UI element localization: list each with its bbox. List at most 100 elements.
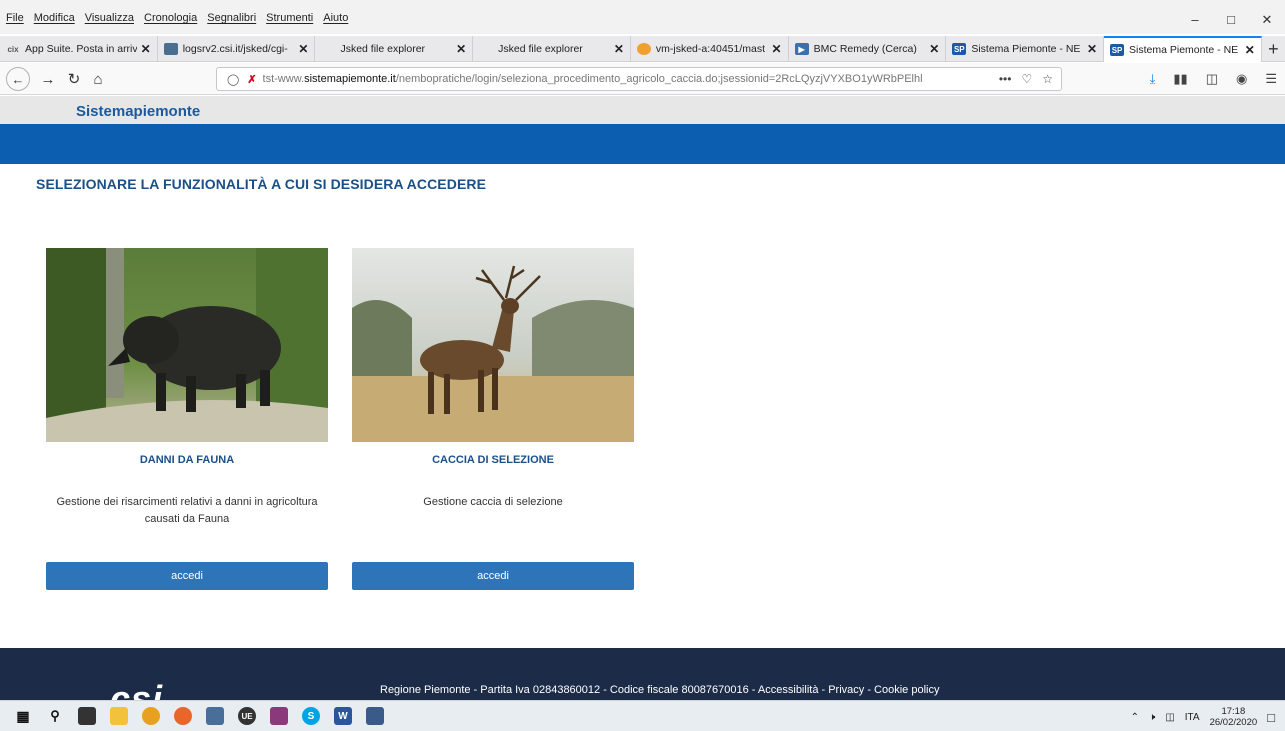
close-tab-icon[interactable]: ✕	[1087, 42, 1097, 56]
minimize-icon[interactable]: –	[1177, 12, 1213, 28]
close-tab-icon[interactable]: ✕	[298, 42, 308, 56]
footer-text: Regione Piemonte - Partita Iva 028438600…	[380, 684, 940, 696]
menu-visualizza[interactable]: Visualizza	[85, 12, 134, 24]
blank-page-icon	[321, 43, 335, 55]
tracking-shield-icon[interactable]: ◯	[227, 73, 239, 86]
forward-arrow-icon[interactable]: →	[36, 68, 60, 90]
windows-start-icon[interactable]: ▦	[14, 707, 32, 725]
close-tab-icon[interactable]: ✕	[929, 42, 939, 56]
tab-logsrv[interactable]: logsrv2.csi.it/jsked/cgi- ✕	[158, 36, 316, 62]
tab-vm-jsked[interactable]: vm-jsked-a:40451/mast ✕	[631, 36, 789, 62]
menu-modifica[interactable]: Modifica	[34, 12, 75, 24]
close-tab-icon[interactable]: ✕	[141, 42, 151, 56]
hamburger-menu-icon[interactable]: ☰	[1265, 71, 1277, 87]
card-title: CACCIA DI SELEZIONE	[432, 454, 554, 466]
menu-aiuto[interactable]: Aiuto	[323, 12, 348, 24]
pocket-icon[interactable]: ♡	[1021, 72, 1032, 86]
wild-boar-photo-icon	[46, 248, 328, 442]
account-icon[interactable]: ◉	[1236, 71, 1247, 87]
bookmark-star-icon[interactable]: ☆	[1042, 72, 1053, 86]
library-icon[interactable]: ▮▮	[1173, 71, 1187, 87]
menu-segnalibri[interactable]: Segnalibri	[207, 12, 256, 24]
speaker-muted-icon[interactable]: 🕨	[1149, 712, 1155, 723]
system-tray: ⌃ 🕨 ◫ ITA 17:18 26/02/2020 □	[1131, 706, 1275, 728]
menu-file[interactable]: File	[6, 12, 24, 24]
logsrv-icon	[163, 43, 178, 55]
sidebar-icon[interactable]: ◫	[1206, 71, 1218, 87]
winrar-icon[interactable]	[270, 707, 288, 725]
clock-date: 26/02/2020	[1209, 717, 1258, 728]
accedi-danni-da-fauna-button[interactable]: accedi	[46, 562, 328, 590]
back-arrow-icon[interactable]: ←	[6, 67, 30, 91]
address-bar[interactable]: ◯ ✗ tst-www.sistemapiemonte.it/nemboprat…	[216, 67, 1062, 91]
menu-cronologia[interactable]: Cronologia	[144, 12, 197, 24]
toolbar-right: ⤓ ▮▮ ◫ ◉ ☰	[1150, 71, 1277, 87]
app-flower-icon[interactable]	[142, 707, 160, 725]
task-view-icon[interactable]	[78, 707, 96, 725]
restore-icon[interactable]: □	[1213, 12, 1249, 28]
card-description: Gestione dei risarcimenti relativi a dan…	[56, 496, 318, 525]
tab-label: Sistema Piemonte - NE	[1129, 44, 1239, 56]
firefox-icon[interactable]	[174, 707, 192, 725]
app-tool-icon[interactable]	[206, 707, 224, 725]
site-header: Sistemapiemonte	[0, 96, 1285, 124]
bmc-icon: ▶	[794, 43, 809, 55]
tab-jsked-1[interactable]: Jsked file explorer ✕	[315, 36, 474, 62]
windows-taskbar: ▦ ⚲ UE S W ⌃ 🕨 ◫ ITA 17:18 26/02/2020 □	[0, 700, 1285, 731]
file-explorer-icon[interactable]	[110, 707, 128, 725]
clock[interactable]: 17:18 26/02/2020	[1210, 706, 1258, 728]
window-controls: – □ ✕	[1177, 12, 1285, 28]
app-shield-icon[interactable]	[366, 707, 384, 725]
notifications-icon[interactable]: □	[1267, 710, 1275, 725]
url-actions: ••• ♡ ☆	[999, 72, 1053, 86]
close-tab-icon[interactable]: ✕	[772, 42, 782, 56]
home-icon[interactable]: ⌂	[86, 68, 110, 90]
blank-page-icon	[479, 43, 493, 55]
site-footer: csi Regione Piemonte - Partita Iva 02843…	[0, 648, 1285, 700]
tab-label: Jsked file explorer	[498, 43, 583, 55]
word-icon[interactable]: W	[334, 707, 352, 725]
close-tab-icon[interactable]: ✕	[1245, 43, 1255, 57]
skype-icon[interactable]: S	[302, 707, 320, 725]
download-icon[interactable]: ⤓	[1150, 71, 1156, 87]
tab-sistema-piemonte-2[interactable]: SP Sistema Piemonte - NE ✕	[1104, 36, 1262, 62]
language-indicator[interactable]: ITA	[1185, 712, 1200, 723]
sp-icon: SP	[952, 43, 967, 55]
tab-sistema-piemonte-1[interactable]: SP Sistema Piemonte - NE ✕	[946, 36, 1105, 62]
card-title: DANNI DA FAUNA	[139, 454, 235, 466]
insecure-lock-icon[interactable]: ✗	[247, 73, 256, 86]
card-danni-da-fauna: DANNI DA FAUNA Gestione dei risarcimenti…	[46, 248, 328, 590]
csi-logo: csi	[110, 678, 164, 700]
tab-label: logsrv2.csi.it/jsked/cgi-	[182, 43, 288, 55]
clock-time: 17:18	[1221, 706, 1246, 717]
new-tab-icon[interactable]: +	[1262, 36, 1285, 62]
red-deer-photo-icon	[352, 248, 634, 442]
tab-bar: cix App Suite. Posta in arriv ✕ logsrv2.…	[0, 36, 1285, 62]
reload-icon[interactable]: ↻	[62, 68, 86, 90]
app-ue-icon[interactable]: UE	[238, 707, 256, 725]
close-window-icon[interactable]: ✕	[1249, 12, 1285, 28]
page-actions-icon[interactable]: •••	[999, 72, 1012, 86]
cix-icon: cix	[7, 44, 19, 54]
site-blue-band	[0, 124, 1285, 164]
tab-app-suite[interactable]: cix App Suite. Posta in arriv ✕	[0, 36, 158, 62]
taskbar-apps: ▦ ⚲ UE S W	[14, 707, 384, 725]
tab-label: App Suite. Posta in arriv	[25, 43, 137, 55]
menu-strumenti[interactable]: Strumenti	[266, 12, 313, 24]
close-tab-icon[interactable]: ✕	[456, 42, 466, 56]
url-text[interactable]: tst-www.sistemapiemonte.it/nembopratiche…	[263, 73, 999, 85]
network-icon[interactable]: ◫	[1165, 712, 1174, 723]
menu-items: File Modifica Visualizza Cronologia Segn…	[6, 12, 348, 24]
jenkins-icon	[636, 43, 651, 55]
site-brand[interactable]: Sistemapiemonte	[76, 103, 200, 120]
tab-label: Jsked file explorer	[340, 43, 426, 55]
tab-label: BMC Remedy (Cerca)	[813, 43, 917, 55]
search-icon[interactable]: ⚲	[46, 707, 64, 725]
menu-bar: File Modifica Visualizza Cronologia Segn…	[0, 0, 1285, 34]
chevron-up-icon[interactable]: ⌃	[1131, 712, 1139, 723]
close-tab-icon[interactable]: ✕	[614, 42, 624, 56]
card-caccia-di-selezione: CACCIA DI SELEZIONE Gestione caccia di s…	[352, 248, 634, 590]
accedi-caccia-di-selezione-button[interactable]: accedi	[352, 562, 634, 590]
tab-jsked-2[interactable]: Jsked file explorer ✕	[473, 36, 631, 62]
tab-bmc-remedy[interactable]: ▶ BMC Remedy (Cerca) ✕	[789, 36, 947, 62]
